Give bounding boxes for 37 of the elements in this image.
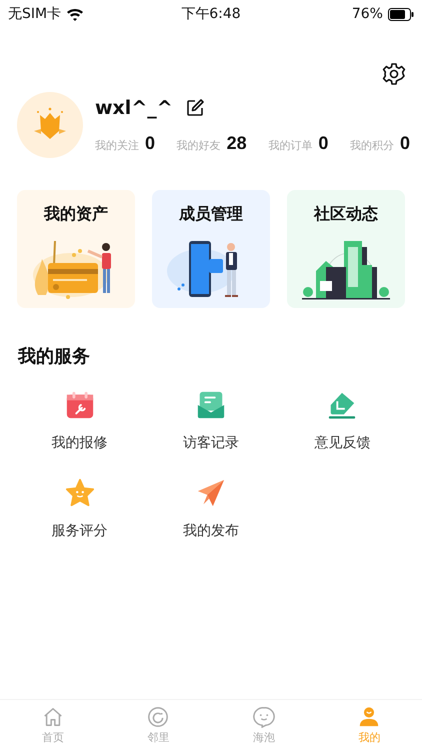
- tag-icon: [327, 390, 358, 420]
- clock-text: 下午6:48: [181, 5, 241, 23]
- settings-icon[interactable]: [382, 62, 406, 86]
- stat-label: 我的关注: [95, 138, 139, 152]
- circle-icon: [147, 706, 170, 728]
- stat-value: 0: [318, 132, 328, 154]
- service-label[interactable]: 我的报修: [52, 434, 108, 452]
- feature-card[interactable]: 成员管理: [152, 190, 270, 308]
- paper-plane-icon: [196, 478, 226, 508]
- service-label[interactable]: 服务评分: [52, 522, 108, 540]
- battery-icon: [388, 8, 414, 20]
- chat-bubble-icon: [252, 706, 275, 728]
- calendar-wrench-icon: [64, 390, 95, 420]
- stat-label: 我的积分: [350, 138, 394, 152]
- stat-value: 0: [400, 132, 410, 154]
- card-title: 成员管理: [179, 204, 243, 225]
- home-icon: [42, 706, 64, 728]
- card-title: 社区动态: [314, 204, 378, 225]
- carrier-text: 无SIM卡: [8, 5, 62, 23]
- stat-label: 我的订单: [268, 138, 312, 152]
- wifi-icon: [66, 7, 84, 21]
- stat-label: 我的好友: [176, 138, 221, 152]
- inbox-icon: [196, 390, 226, 420]
- feature-card[interactable]: 社区动态: [287, 190, 405, 308]
- section-title: 我的服务: [16, 345, 91, 368]
- user-name: wxl^_^: [95, 96, 173, 118]
- stat-value: 0: [145, 132, 156, 154]
- card-title: 我的资产: [44, 204, 108, 225]
- battery-text: 76%: [352, 6, 383, 22]
- star-icon: [64, 478, 95, 508]
- feature-card[interactable]: 我的资产: [17, 190, 135, 308]
- edit-icon[interactable]: [184, 98, 205, 118]
- stat-value: 28: [226, 132, 247, 154]
- service-label[interactable]: 访客记录: [182, 434, 239, 452]
- person-icon: [358, 706, 380, 728]
- service-label[interactable]: 我的发布: [182, 522, 239, 540]
- service-label[interactable]: 意见反馈: [314, 434, 370, 452]
